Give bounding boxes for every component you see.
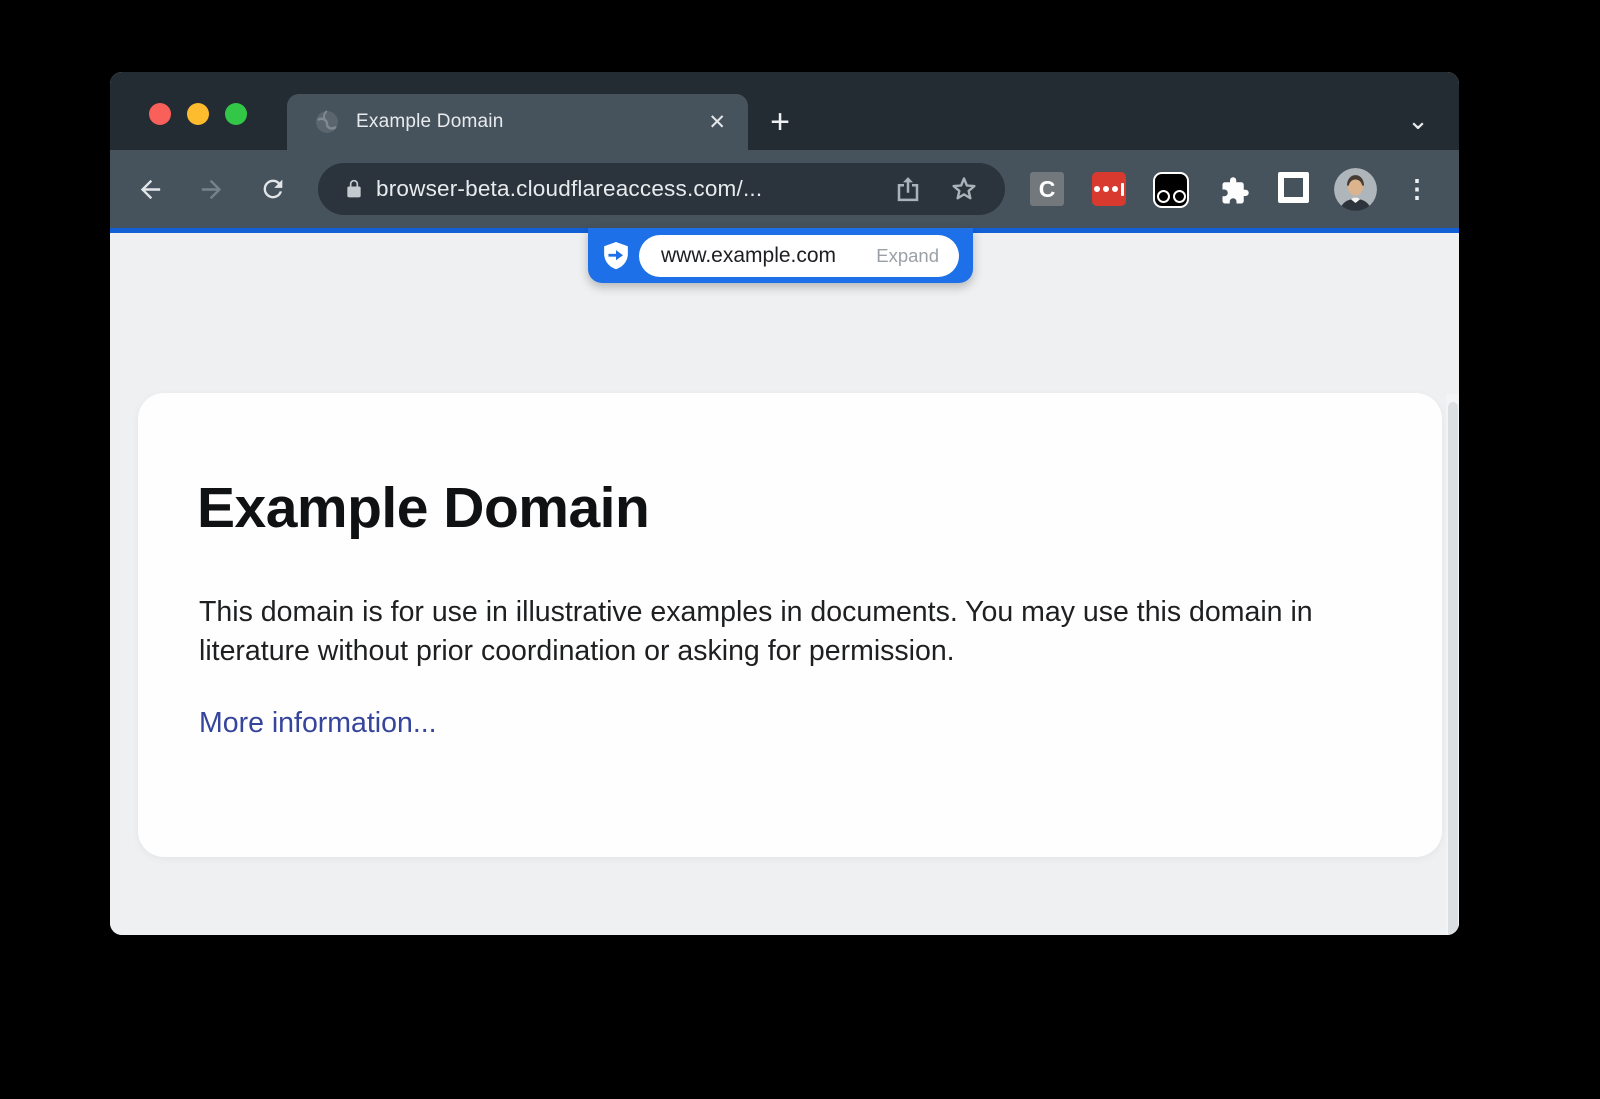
more-information-link[interactable]: More information... [199,707,437,740]
profile-photo-icon [1334,168,1377,211]
content-card: Example Domain This domain is for use in… [138,393,1442,857]
page-paragraph: This domain is for use in illustrative e… [199,593,1354,671]
scrollbar-track[interactable] [1446,394,1459,935]
profile-avatar[interactable] [1334,168,1377,211]
desktop-background: Example Domain ✕ + ⌄ [0,0,1600,1099]
browser-toolbar: browser-beta.cloudflareaccess.com/... C [110,150,1459,228]
window-close-button[interactable] [149,103,171,125]
lens-circle-icon [1157,190,1170,203]
reload-button[interactable] [254,170,292,208]
back-arrow-icon [136,175,165,204]
extension-c-label: C [1039,176,1056,203]
new-tab-button[interactable]: + [758,100,802,144]
back-button[interactable] [131,170,169,208]
isolation-domain-badge: www.example.com Expand [588,228,973,283]
lastpass-dot-icon [1112,186,1118,192]
tab-title: Example Domain [356,111,708,133]
expand-button[interactable]: Expand [876,245,939,267]
page-viewport: Example Domain This domain is for use in… [110,233,1459,935]
globe-favicon-icon [315,110,339,134]
scrollbar-thumb[interactable] [1448,402,1458,935]
tab-search-chevron-icon[interactable]: ⌄ [1398,98,1438,142]
lastpass-dot-icon [1094,186,1100,192]
isolated-url-pill[interactable]: www.example.com Expand [639,235,959,277]
extensions-menu-button[interactable] [1216,172,1254,210]
window-zoom-button[interactable] [225,103,247,125]
extension-c-button[interactable]: C [1030,172,1064,206]
bookmark-star-icon[interactable] [949,174,979,204]
shield-arrow-icon [603,242,629,270]
tab-close-icon[interactable]: ✕ [708,112,726,133]
tab-example-domain[interactable]: Example Domain ✕ [287,94,748,150]
lastpass-cursor-icon [1121,183,1124,196]
address-bar[interactable]: browser-beta.cloudflareaccess.com/... [318,163,1005,215]
isolated-domain-text: www.example.com [661,244,876,268]
lock-icon [344,179,364,199]
extension-camera-button[interactable] [1153,172,1189,208]
share-icon[interactable] [893,174,923,204]
lastpass-dot-icon [1103,186,1109,192]
window-minimize-button[interactable] [187,103,209,125]
page-heading: Example Domain [197,475,649,541]
url-text[interactable]: browser-beta.cloudflareaccess.com/... [376,176,893,202]
forward-arrow-icon [197,175,226,204]
lens-circle-icon [1173,190,1186,203]
extension-lastpass-button[interactable] [1092,172,1126,206]
tab-strip: Example Domain ✕ + ⌄ [110,72,1459,150]
side-panel-button[interactable] [1278,172,1309,203]
browser-window: Example Domain ✕ + ⌄ [110,72,1459,935]
reload-icon [259,175,287,203]
forward-button[interactable] [192,170,230,208]
puzzle-piece-icon [1220,176,1250,206]
browser-menu-button[interactable]: ⋮ [1402,170,1432,208]
